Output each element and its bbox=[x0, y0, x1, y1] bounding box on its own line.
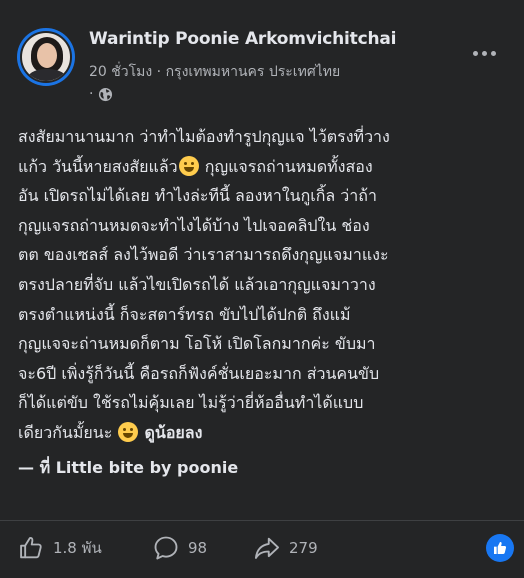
body-line: จะ6ปี เพิ่งรู้ก็วันนี้ คือรถก็ฟังค์ชั่นเ… bbox=[18, 363, 380, 383]
more-options-button[interactable] bbox=[468, 37, 500, 69]
check-in-location[interactable]: — ที่ Little bite by poonie bbox=[18, 456, 238, 481]
body-line: แก้ว วันนี้หายสงสัยแล้ว กุญแจรถถ่านหมดทั… bbox=[18, 152, 514, 182]
profile-photo bbox=[20, 31, 72, 83]
post-body: สงสัยมานานมาก ว่าทำไมต้องทำรูปกุญแจ ไว้ต… bbox=[18, 122, 514, 448]
body-line: ก็ได้แต่ขับ ใช้รถไม่คุ้มเลย ไม่รู้ว่ายี่… bbox=[18, 393, 364, 413]
post-place[interactable]: กรุงเทพมหานคร ประเทศไทย bbox=[166, 64, 341, 80]
like-count: 1.8 พัน bbox=[53, 539, 102, 557]
body-line: สงสัยมานานมาก ว่าทำไมต้องทำรูปกุญแจ ไว้ต… bbox=[18, 127, 390, 146]
body-line: ตรงตำแหน่งนี้ ก็จะสตาร์ทรถ ขับไปได้ปกติ … bbox=[18, 304, 351, 324]
privacy-separator: · bbox=[89, 86, 94, 102]
post-privacy: · bbox=[89, 86, 113, 102]
body-line: กุญแจรถถ่านหมดจะทำไงได้บ้าง ไปเจอคลิปใน … bbox=[18, 215, 370, 235]
share-count: 279 bbox=[289, 539, 318, 557]
comment-button[interactable]: 98 bbox=[152, 528, 207, 568]
body-text: กุญแจรถถ่านหมดทั้งสอง bbox=[204, 156, 373, 176]
body-line: ตรงปลายที่จับ แล้วไขเปิดรถได้ แล้วเอากุญ… bbox=[18, 274, 376, 294]
post-time[interactable]: 20 ชั่วโมง bbox=[89, 64, 152, 80]
thumbs-up-icon bbox=[494, 541, 507, 554]
reaction-like-badge[interactable] bbox=[486, 534, 514, 562]
action-bar: 1.8 พัน 98 279 bbox=[0, 528, 524, 568]
body-text: เดียวกันมั้ยนะ bbox=[18, 422, 113, 442]
share-button[interactable]: 279 bbox=[253, 528, 318, 568]
comment-count: 98 bbox=[188, 539, 208, 557]
thumbs-up-icon bbox=[20, 537, 42, 559]
like-button[interactable]: 1.8 พัน bbox=[17, 528, 102, 568]
avatar[interactable] bbox=[17, 28, 75, 86]
see-less-link[interactable]: ดูน้อยลง bbox=[144, 423, 202, 442]
body-line: อัน เปิดรถไม่ได้เลย ทำไงล่ะทีนี้ ลองหาใน… bbox=[18, 186, 377, 206]
meta-separator: · bbox=[156, 64, 162, 80]
body-line: เดียวกันมั้ยนะ ดูน้อยลง bbox=[18, 418, 514, 448]
body-line: กุญแจจะถ่านหมดก็ตาม โอโห้ เปิดโลกมากค่ะ … bbox=[18, 334, 376, 354]
body-line: ตต ของเซลส์ ลงไว้พอดี ว่าเราสามารถดึงกุญ… bbox=[18, 245, 389, 265]
author-name[interactable]: Warintip Poonie Arkomvichitchai bbox=[89, 29, 396, 49]
more-icon bbox=[472, 50, 496, 56]
share-icon bbox=[254, 537, 280, 559]
comment-icon bbox=[154, 536, 178, 560]
body-text: แก้ว วันนี้หายสงสัยแล้ว bbox=[18, 156, 178, 176]
divider bbox=[0, 520, 524, 521]
globe-icon[interactable] bbox=[98, 87, 113, 102]
post-meta: 20 ชั่วโมง · กรุงเทพมหานคร ประเทศไทย bbox=[89, 61, 340, 83]
post-card: Warintip Poonie Arkomvichitchai 20 ชั่วโ… bbox=[0, 0, 524, 578]
laughing-emoji-icon bbox=[178, 155, 199, 176]
laughing-emoji-icon bbox=[118, 421, 139, 442]
